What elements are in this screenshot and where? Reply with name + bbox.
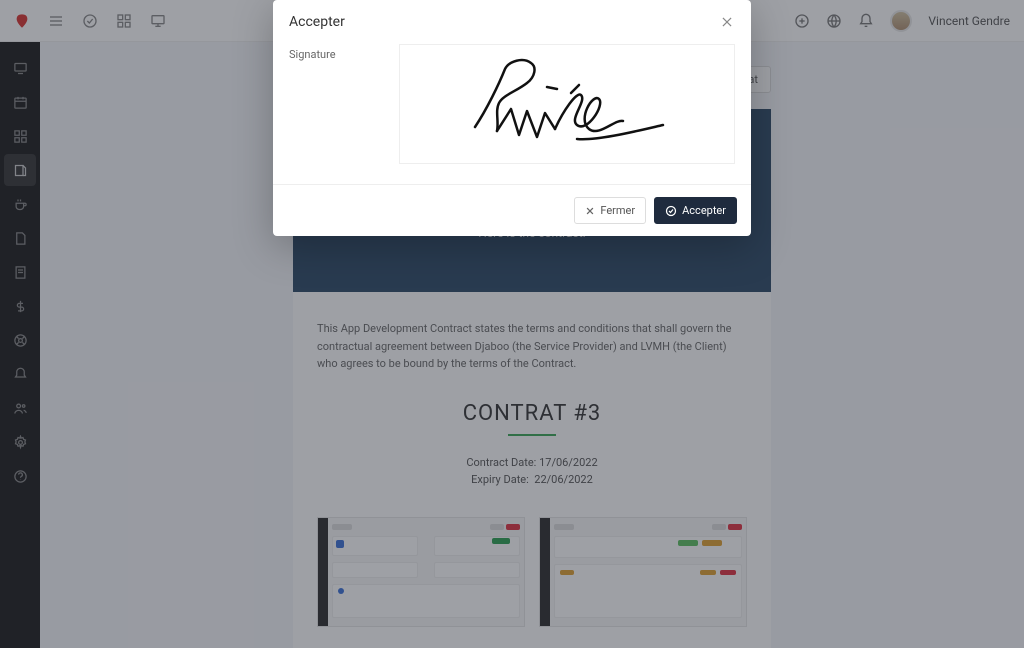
signature-pad[interactable] bbox=[399, 44, 735, 164]
close-icon[interactable] bbox=[719, 14, 735, 30]
modal-title: Accepter bbox=[289, 14, 345, 30]
signature-label: Signature bbox=[289, 44, 379, 164]
accept-button[interactable]: Accepter bbox=[654, 197, 737, 224]
modal-overlay[interactable]: Accepter Signature Fermer bbox=[0, 0, 1024, 648]
accept-modal: Accepter Signature Fermer bbox=[273, 0, 751, 236]
close-button[interactable]: Fermer bbox=[574, 197, 646, 224]
